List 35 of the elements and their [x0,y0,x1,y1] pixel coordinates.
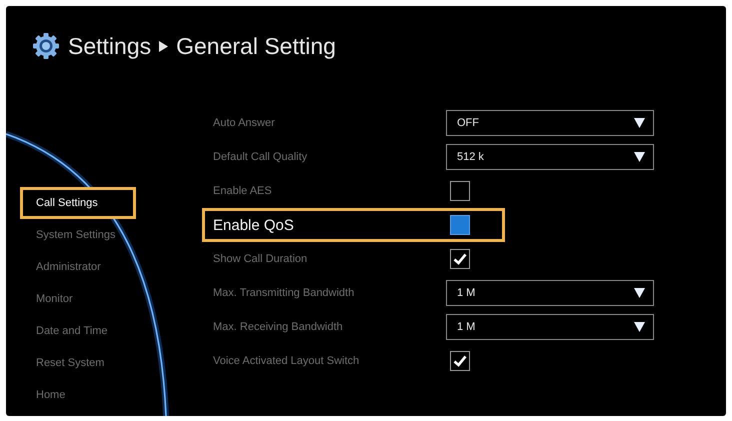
sidebar-item[interactable]: Date and Time [20,315,136,347]
dropdown-field[interactable]: 512 k [446,144,654,170]
sidebar-item[interactable]: System Settings [20,219,136,251]
dropdown-field[interactable]: 1 M [446,280,654,306]
dropdown-arrow-icon [634,118,645,128]
checkbox[interactable] [450,249,470,269]
breadcrumb-text: General Setting [176,32,336,60]
breadcrumb-text: Settings [68,32,152,60]
dropdown-value: 1 M [457,287,476,299]
dropdown-arrow-icon [634,322,645,332]
checkbox[interactable] [450,181,470,201]
setting-label: Enable AES [213,185,273,197]
dropdown-value: 1 M [457,321,476,333]
sidebar-item[interactable]: Home [20,379,136,411]
dropdown-value: 512 k [457,151,484,163]
dropdown-value: OFF [457,117,479,129]
dropdown-field[interactable]: OFF [446,110,654,136]
sidebar-item[interactable]: Monitor [20,283,136,315]
sidebar-item[interactable]: Call Settings [20,187,136,219]
dropdown-arrow-icon [634,288,645,298]
checkbox[interactable] [450,351,470,371]
sidebar-item[interactable]: Reset System [20,347,136,379]
setting-label: Max. Receiving Bandwidth [213,321,344,333]
setting-label: Default Call Quality [213,151,308,163]
dropdown-arrow-icon [634,152,645,162]
setting-label: Max. Transmitting Bandwidth [213,287,356,299]
setting-label: Show Call Duration [213,253,308,265]
checkbox[interactable] [450,215,470,235]
setting-label: Enable QoS [213,216,295,234]
setting-label: Auto Answer [213,117,276,129]
setting-label: Voice Activated Layout Switch [213,355,360,367]
dropdown-field[interactable]: 1 M [446,314,654,340]
caret-icon [159,40,168,52]
gear-icon [32,32,60,60]
sidebar-item[interactable]: Administrator [20,251,136,283]
